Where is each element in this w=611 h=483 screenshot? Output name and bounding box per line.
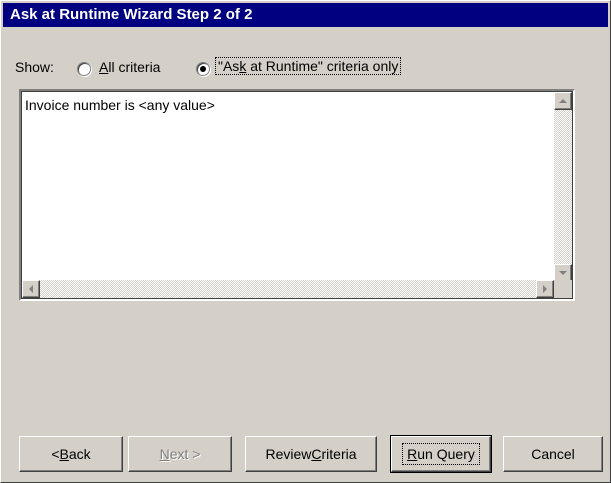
cancel-button[interactable]: Cancel [503, 436, 603, 472]
radio-selected-icon[interactable] [196, 62, 210, 76]
radio-ask-at-runtime-label[interactable]: "Ask at Runtime" criteria only [215, 57, 402, 75]
review-criteria-button[interactable]: Review Criteria [245, 436, 377, 472]
radio-all-criteria-label[interactable]: All criteria [99, 59, 160, 75]
scroll-up-icon[interactable] [554, 92, 572, 110]
radio-unselected-icon[interactable] [77, 62, 91, 76]
scroll-right-icon[interactable] [536, 280, 554, 298]
window-title: Ask at Runtime Wizard Step 2 of 2 [10, 6, 253, 23]
run-query-button[interactable]: Run Query [390, 435, 492, 473]
title-bar: Ask at Runtime Wizard Step 2 of 2 [3, 3, 608, 27]
scroll-left-icon[interactable] [22, 280, 40, 298]
list-item[interactable]: Invoice number is <any value> [25, 97, 215, 113]
next-button[interactable]: Next > [128, 436, 232, 472]
show-label: Show: [15, 59, 54, 75]
criteria-listbox[interactable]: Invoice number is <any value> [19, 89, 575, 301]
scrollbar-corner [554, 280, 572, 298]
horizontal-scrollbar[interactable] [22, 280, 554, 298]
wizard-dialog: Ask at Runtime Wizard Step 2 of 2 Show: … [0, 0, 611, 483]
vertical-scrollbar[interactable] [554, 92, 572, 282]
back-button[interactable]: < Back [19, 436, 123, 472]
